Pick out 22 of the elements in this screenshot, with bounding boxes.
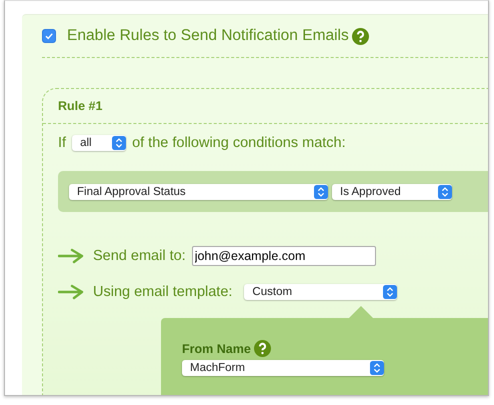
help-icon[interactable]	[254, 340, 271, 357]
from-name-label: From Name	[182, 342, 251, 356]
enable-checkbox[interactable]	[42, 29, 56, 43]
operator-select[interactable]: Is Approved	[332, 184, 452, 200]
stepper-icon	[314, 184, 328, 200]
stepper-icon	[383, 284, 398, 300]
stepper-icon	[438, 184, 452, 200]
stepper-icon	[112, 135, 126, 151]
arrow-icon	[58, 248, 84, 264]
help-icon[interactable]	[352, 28, 369, 44]
field-select[interactable]: Final Approval Status	[69, 184, 328, 200]
from-name-select[interactable]: MachForm	[182, 360, 384, 376]
enable-label: Enable Rules to Send Notification Emails	[67, 27, 349, 45]
match-prefix: If	[58, 135, 66, 151]
send-to-label: Send email to:	[93, 248, 186, 264]
template-label: Using email template:	[93, 284, 232, 300]
stepper-icon	[370, 360, 384, 376]
match-suffix: of the following conditions match:	[132, 135, 346, 151]
email-field[interactable]: john@example.com	[192, 246, 376, 266]
arrow-icon	[58, 284, 84, 300]
template-select[interactable]: Custom	[244, 284, 398, 300]
match-select[interactable]: all	[72, 135, 126, 151]
